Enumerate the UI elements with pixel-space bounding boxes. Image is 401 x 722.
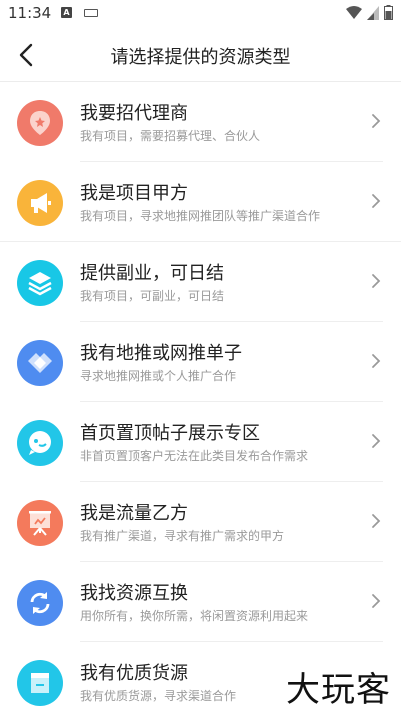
chevron-right-icon (372, 194, 381, 208)
item-title: 我是项目甲方 (80, 183, 188, 204)
status-icons (346, 5, 393, 20)
item-description: 用你所有，换你所需，将闲置资源利用起来 (80, 609, 309, 623)
box-icon (17, 660, 63, 706)
item-title: 首页置顶帖子展示专区 (80, 423, 260, 444)
resource-type-list: 我要招代理商 我有项目，需要招募代理、合伙人 我是项目甲方 我有项目，寻求地推网… (0, 82, 401, 722)
list-item[interactable]: 我是项目甲方 我有项目，寻求地推网推团队等推广渠道合作 (0, 162, 401, 242)
layers-icon (17, 260, 63, 306)
agent-icon (17, 100, 63, 146)
item-title: 我是流量乙方 (80, 503, 188, 524)
item-title: 提供副业，可日结 (80, 263, 224, 284)
list-item[interactable]: 我有地推或网推单子 寻求地推网推或个人推广合作 (0, 322, 401, 402)
keyboard-icon (84, 9, 98, 17)
chevron-right-icon (372, 594, 381, 608)
list-item[interactable]: 我找资源互换 用你所有，换你所需，将闲置资源利用起来 (0, 562, 401, 642)
wifi-icon (346, 5, 362, 19)
list-item[interactable]: 我是流量乙方 我有推广渠道，寻求有推广需求的甲方 (0, 482, 401, 562)
chevron-right-icon (372, 354, 381, 368)
item-title: 我要招代理商 (80, 103, 188, 124)
list-item[interactable]: 我要招代理商 我有项目，需要招募代理、合伙人 (0, 82, 401, 162)
signal-icon (367, 5, 379, 20)
chevron-right-icon (372, 114, 381, 128)
watermark-logo: 大玩客 (286, 670, 391, 710)
a-notification-icon: A (61, 7, 72, 18)
battery-icon (384, 5, 393, 20)
item-title: 我有地推或网推单子 (80, 343, 242, 364)
header: 请选择提供的资源类型 (0, 28, 401, 82)
item-description: 寻求地推网推或个人推广合作 (80, 369, 237, 383)
page-title: 请选择提供的资源类型 (110, 47, 291, 68)
status-time: 11:34 (8, 4, 52, 22)
item-description: 我有项目，需要招募代理、合伙人 (80, 129, 261, 143)
chevron-right-icon (372, 434, 381, 448)
item-title: 我有优质货源 (80, 663, 188, 684)
list-item[interactable]: 首页置顶帖子展示专区 非首页置顶客户无法在此类目发布合作需求 (0, 402, 401, 482)
item-description: 我有项目，可副业，可日结 (80, 289, 225, 303)
presentation-icon (17, 500, 63, 546)
exchange-icon (17, 580, 63, 626)
megaphone-icon (17, 180, 63, 226)
chevron-right-icon (372, 514, 381, 528)
list-item[interactable]: 提供副业，可日结 我有项目，可副业，可日结 (0, 242, 401, 322)
chat-bubble-icon (17, 420, 63, 466)
item-description: 非首页置顶客户无法在此类目发布合作需求 (80, 449, 309, 463)
chevron-right-icon (372, 274, 381, 288)
handshake-icon (17, 340, 63, 386)
item-description: 我有项目，寻求地推网推团队等推广渠道合作 (80, 209, 321, 223)
item-title: 我找资源互换 (80, 583, 188, 604)
item-description: 我有优质货源，寻求渠道合作 (80, 689, 237, 703)
item-description: 我有推广渠道，寻求有推广需求的甲方 (80, 529, 285, 543)
status-bar: 11:34 A (0, 0, 401, 28)
